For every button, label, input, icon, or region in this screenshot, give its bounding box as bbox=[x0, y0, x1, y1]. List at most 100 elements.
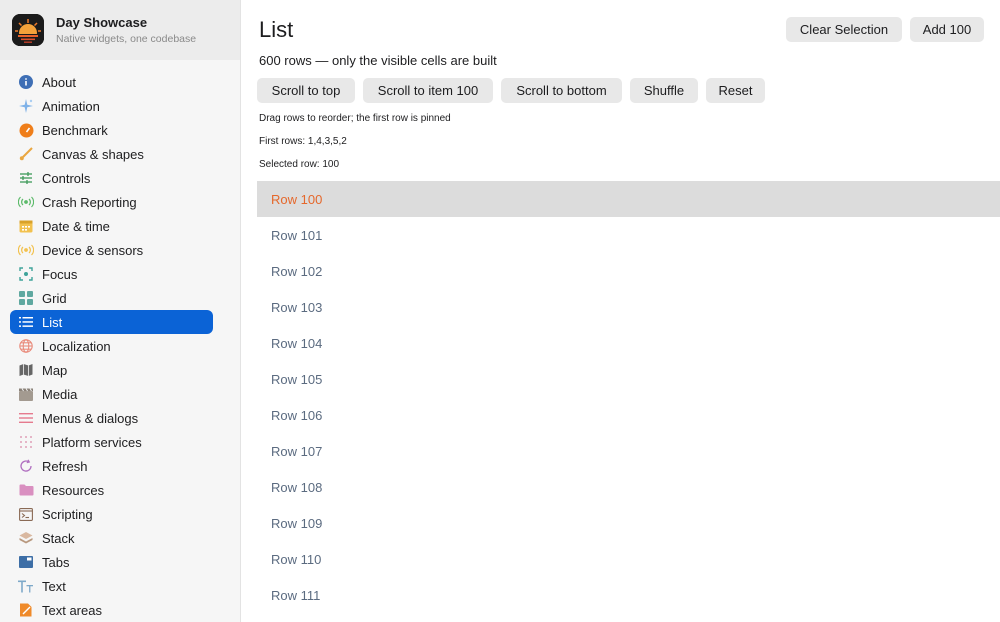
app-header: Day Showcase Native widgets, one codebas… bbox=[0, 0, 240, 60]
sensor-icon bbox=[18, 242, 34, 258]
sparkles-icon bbox=[18, 98, 34, 114]
sidebar-item-label: Text areas bbox=[42, 602, 102, 618]
row-label: Row 101 bbox=[271, 227, 323, 243]
scroll-to-bottom-button[interactable]: Scroll to bottom bbox=[501, 78, 622, 103]
sidebar-item-date-time[interactable]: Date & time bbox=[10, 214, 213, 238]
sidebar-item-label: Refresh bbox=[42, 458, 88, 474]
sidebar-item-list[interactable]: List bbox=[10, 310, 213, 334]
row-label: Row 100 bbox=[271, 191, 323, 207]
sidebar-item-canvas-shapes[interactable]: Canvas & shapes bbox=[10, 142, 213, 166]
table-row[interactable]: Row 108 bbox=[257, 469, 1000, 505]
sidebar-item-label: Date & time bbox=[42, 218, 110, 234]
sidebar: Day Showcase Native widgets, one codebas… bbox=[0, 0, 241, 622]
list-icon bbox=[18, 314, 34, 330]
refresh-icon bbox=[18, 458, 34, 474]
sidebar-item-label: Crash Reporting bbox=[42, 194, 137, 210]
table-row[interactable]: Row 101 bbox=[257, 217, 1000, 253]
sidebar-item-label: Device & sensors bbox=[42, 242, 144, 258]
speedometer-icon bbox=[18, 122, 34, 138]
sidebar-item-menus-dialogs[interactable]: Menus & dialogs bbox=[10, 406, 213, 430]
sidebar-item-localization[interactable]: Localization bbox=[10, 334, 213, 358]
sidebar-item-refresh[interactable]: Refresh bbox=[10, 454, 213, 478]
broadcast-icon bbox=[18, 194, 34, 210]
sidebar-item-text-areas[interactable]: Text areas bbox=[10, 598, 213, 622]
shuffle-button[interactable]: Shuffle bbox=[630, 78, 698, 103]
sidebar-item-about[interactable]: About bbox=[10, 70, 213, 94]
sidebar-item-map[interactable]: Map bbox=[10, 358, 213, 382]
table-row[interactable]: Row 102 bbox=[257, 253, 1000, 289]
sidebar-item-label: Menus & dialogs bbox=[42, 410, 139, 426]
table-row[interactable]: Row 105 bbox=[257, 361, 1000, 397]
page-title: List bbox=[259, 17, 294, 42]
table-row[interactable]: Row 106 bbox=[257, 397, 1000, 433]
row-label: Row 107 bbox=[271, 443, 323, 459]
tabs-icon bbox=[18, 554, 34, 570]
text-area-icon bbox=[18, 602, 34, 618]
focus-icon bbox=[18, 266, 34, 282]
sidebar-item-label: List bbox=[42, 314, 63, 330]
selected-row-text: Selected row: 100 bbox=[259, 159, 340, 170]
clear-selection-button[interactable]: Clear Selection bbox=[786, 17, 902, 42]
menu-icon bbox=[18, 410, 34, 426]
sidebar-item-label: Focus bbox=[42, 266, 78, 282]
table-row[interactable]: Row 110 bbox=[257, 541, 1000, 577]
sidebar-item-platform-services[interactable]: Platform services bbox=[10, 430, 213, 454]
sidebar-item-media[interactable]: Media bbox=[10, 382, 213, 406]
sidebar-item-label: Media bbox=[42, 386, 78, 402]
sidebar-item-animation[interactable]: Animation bbox=[10, 94, 213, 118]
sidebar-nav: About Animation Benchmark Canvas & shape… bbox=[10, 70, 213, 622]
app-subtitle: Native widgets, one codebase bbox=[56, 32, 197, 45]
table-row[interactable]: Row 107 bbox=[257, 433, 1000, 469]
info-icon bbox=[18, 74, 34, 90]
sidebar-item-label: Controls bbox=[42, 170, 91, 186]
sidebar-item-scripting[interactable]: Scripting bbox=[10, 502, 213, 526]
sidebar-item-benchmark[interactable]: Benchmark bbox=[10, 118, 213, 142]
sidebar-item-label: Scripting bbox=[42, 506, 93, 522]
stack-icon bbox=[18, 530, 34, 546]
sidebar-item-label: Text bbox=[42, 578, 66, 594]
row-label: Row 103 bbox=[271, 299, 323, 315]
row-label: Row 108 bbox=[271, 479, 323, 495]
sidebar-item-label: Localization bbox=[42, 338, 111, 354]
list-summary: 600 rows — only the visible cells are bu… bbox=[259, 53, 497, 68]
scroll-to-top-button[interactable]: Scroll to top bbox=[257, 78, 355, 103]
reset-button[interactable]: Reset bbox=[706, 78, 765, 103]
sidebar-item-tabs[interactable]: Tabs bbox=[10, 550, 213, 574]
text-icon bbox=[18, 578, 34, 594]
table-row[interactable]: Row 111 bbox=[257, 577, 1000, 613]
scroll-to-item-button[interactable]: Scroll to item 100 bbox=[363, 78, 493, 103]
row-label: Row 102 bbox=[271, 263, 323, 279]
sidebar-item-grid[interactable]: Grid bbox=[10, 286, 213, 310]
app-logo-icon bbox=[12, 14, 44, 46]
sidebar-item-label: Stack bbox=[42, 530, 75, 546]
film-icon bbox=[18, 386, 34, 402]
sidebar-item-crash-reporting[interactable]: Crash Reporting bbox=[10, 190, 213, 214]
dots-grid-icon bbox=[18, 434, 34, 450]
row-label: Row 105 bbox=[271, 371, 323, 387]
row-label: Row 110 bbox=[271, 551, 322, 567]
table-row[interactable]: Row 100 bbox=[257, 181, 1000, 217]
sidebar-item-text[interactable]: Text bbox=[10, 574, 213, 598]
sidebar-item-controls[interactable]: Controls bbox=[10, 166, 213, 190]
sidebar-item-label: Resources bbox=[42, 482, 105, 498]
grid-icon bbox=[18, 290, 34, 306]
table-row[interactable]: Row 109 bbox=[257, 505, 1000, 541]
table-row[interactable]: Row 104 bbox=[257, 325, 1000, 361]
globe-icon bbox=[18, 338, 34, 354]
sidebar-item-device-sensors[interactable]: Device & sensors bbox=[10, 238, 213, 262]
sidebar-item-label: Canvas & shapes bbox=[42, 146, 144, 162]
row-list: Row 100 Row 101 Row 102 Row 103 Row 104 … bbox=[257, 181, 1000, 613]
sidebar-item-label: Tabs bbox=[42, 554, 70, 570]
table-row[interactable]: Row 103 bbox=[257, 289, 1000, 325]
sidebar-item-label: Grid bbox=[42, 290, 67, 306]
main-content: List Clear Selection Add 100 600 rows — … bbox=[241, 0, 1000, 622]
sidebar-item-label: Map bbox=[42, 362, 68, 378]
sidebar-item-resources[interactable]: Resources bbox=[10, 478, 213, 502]
drag-hint: Drag rows to reorder; the first row is p… bbox=[259, 113, 451, 124]
sidebar-item-label: Animation bbox=[42, 98, 100, 114]
add-100-button[interactable]: Add 100 bbox=[910, 17, 984, 42]
sidebar-item-label: Benchmark bbox=[42, 122, 108, 138]
sidebar-item-stack[interactable]: Stack bbox=[10, 526, 213, 550]
map-icon bbox=[18, 362, 34, 378]
sidebar-item-focus[interactable]: Focus bbox=[10, 262, 213, 286]
